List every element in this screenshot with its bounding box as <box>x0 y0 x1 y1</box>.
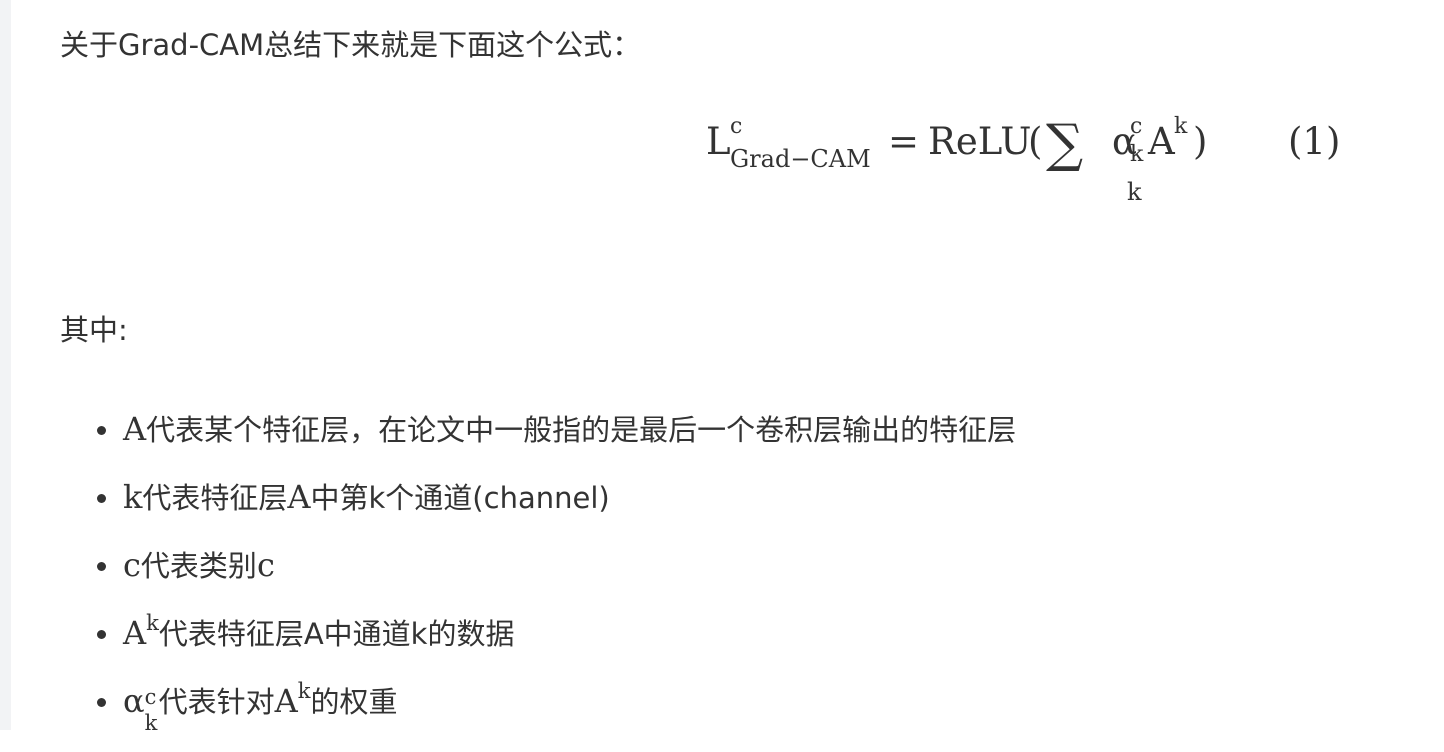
math-symbol: c <box>256 546 275 584</box>
list-item: Ak代表特征层A中通道k的数据 <box>60 604 1360 672</box>
definition-text: 代表某个特征层，在论文中一般指的是最后一个卷积层输出的特征层 <box>146 413 1017 447</box>
equation-number: (1) <box>1288 120 1341 163</box>
list-item: c代表类别c <box>60 536 1360 604</box>
list-item: A代表某个特征层，在论文中一般指的是最后一个卷积层输出的特征层 <box>60 400 1360 468</box>
definition-text: 中第k个通道(channel) <box>310 481 610 515</box>
math-symbol: A <box>123 614 147 652</box>
eq-rparen: ) <box>1193 120 1208 163</box>
math-script-stack: ck <box>145 685 159 735</box>
math-symbol: A <box>274 682 298 720</box>
definition-text: 代表特征层 <box>142 481 288 515</box>
definition-text: 的权重 <box>310 685 398 719</box>
eq-lhs-sub: Grad−CAM <box>730 145 871 173</box>
math-subscript: k <box>144 711 158 735</box>
bullet-icon <box>97 698 106 707</box>
bullet-icon <box>97 494 106 503</box>
eq-relu: ReLU <box>928 120 1032 163</box>
math-symbol: k <box>123 478 143 516</box>
intro-paragraph: 关于Grad-CAM总结下来就是下面这个公式： <box>60 28 642 62</box>
definition-text: 代表特征层A中通道k的数据 <box>158 617 515 651</box>
eq-alpha-sup: c <box>1130 114 1143 139</box>
bullet-icon <box>97 562 106 571</box>
eq-lparen: ( <box>1028 120 1043 163</box>
article-body: 关于Grad-CAM总结下来就是下面这个公式： L c Grad−CAM = R… <box>60 0 1420 735</box>
math-symbol: α <box>123 682 145 720</box>
bullet-icon <box>97 630 106 639</box>
math-symbol: c <box>123 546 141 584</box>
math-superscript: k <box>297 679 311 703</box>
left-border <box>0 0 11 730</box>
eq-lhs-sup: c <box>730 114 743 139</box>
definition-text: 代表类别 <box>140 549 257 583</box>
math-superscript: k <box>146 611 159 635</box>
math-symbol: A <box>287 478 311 516</box>
eq-alpha-sub: k <box>1130 142 1144 167</box>
math-symbol: A <box>123 410 147 448</box>
where-label: 其中: <box>60 313 128 347</box>
eq-A-sup: k <box>1174 114 1188 139</box>
list-item: k代表特征层A中第k个通道(channel) <box>60 468 1360 536</box>
sum-symbol: ∑ <box>1046 114 1084 174</box>
eq-lhs-base: L <box>706 120 731 163</box>
sum-index: k <box>1127 178 1142 206</box>
definition-list: A代表某个特征层，在论文中一般指的是最后一个卷积层输出的特征层 k代表特征层A中… <box>60 400 1360 740</box>
eq-equals: = <box>888 120 920 163</box>
eq-A: A <box>1148 120 1175 163</box>
gradcam-equation: L c Grad−CAM = ReLU ( ∑ k α c k A k ) (1… <box>706 112 1386 222</box>
bullet-icon <box>97 426 106 435</box>
definition-text: 代表针对 <box>158 685 275 719</box>
